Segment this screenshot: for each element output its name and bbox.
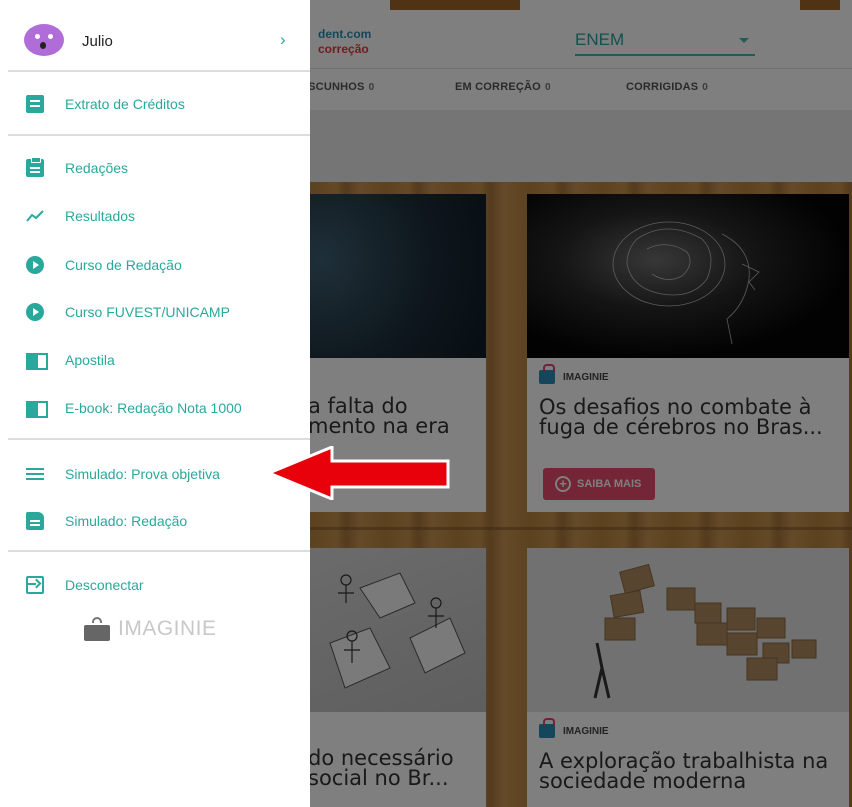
divider xyxy=(8,70,310,72)
nav-item-label: Extrato de Créditos xyxy=(65,96,185,112)
nav-item-apostila[interactable]: Apostila xyxy=(0,340,310,380)
imaginie-logo-icon xyxy=(84,617,110,641)
navigation-drawer: Julio › Extrato de Créditos Redações Res… xyxy=(0,0,310,807)
nav-item-label: Desconectar xyxy=(65,577,144,593)
divider xyxy=(8,134,310,136)
book-icon xyxy=(26,351,48,370)
logout-icon xyxy=(26,576,44,594)
play-circle-icon xyxy=(26,303,44,321)
user-name: Julio xyxy=(82,33,113,50)
trending-icon xyxy=(26,210,44,222)
nav-item-ebook[interactable]: E-book: Redação Nota 1000 xyxy=(0,388,310,428)
nav-item-curso-redacao[interactable]: Curso de Redação xyxy=(0,245,310,285)
nav-item-label: Resultados xyxy=(65,208,136,224)
logo-wordmark: IMAGINIE xyxy=(118,617,217,640)
nav-item-simulado-prova-objetiva[interactable]: Simulado: Prova objetiva xyxy=(0,454,310,494)
divider xyxy=(8,438,310,440)
nav-item-desconectar[interactable]: Desconectar xyxy=(0,565,310,605)
nav-item-label: Curso de Redação xyxy=(65,257,182,273)
nav-item-curso-fuvest[interactable]: Curso FUVEST/UNICAMP xyxy=(0,292,310,332)
nav-item-label: Apostila xyxy=(65,352,115,368)
receipt-icon xyxy=(26,95,44,113)
avatar xyxy=(24,24,64,56)
annotation-arrow xyxy=(268,446,450,500)
chevron-right-icon: › xyxy=(280,30,286,49)
nav-item-label: Curso FUVEST/UNICAMP xyxy=(65,304,230,320)
imaginie-logo: IMAGINIE xyxy=(84,617,217,641)
divider xyxy=(8,550,310,552)
list-icon xyxy=(26,465,44,483)
clipboard-icon xyxy=(26,157,44,177)
nav-item-redacoes[interactable]: Redações xyxy=(0,148,310,188)
nav-item-label: Simulado: Prova objetiva xyxy=(65,466,220,482)
nav-item-label: Simulado: Redação xyxy=(65,513,188,529)
document-icon xyxy=(26,512,44,530)
nav-item-resultados[interactable]: Resultados xyxy=(0,196,310,236)
play-circle-icon xyxy=(26,256,44,274)
nav-item-label: E-book: Redação Nota 1000 xyxy=(65,400,242,416)
nav-item-extrato-creditos[interactable]: Extrato de Créditos xyxy=(0,84,310,124)
nav-item-label: Redações xyxy=(65,160,129,176)
profile-header[interactable]: Julio › xyxy=(0,0,310,72)
book-icon xyxy=(26,399,48,418)
nav-item-simulado-redacao[interactable]: Simulado: Redação xyxy=(0,501,310,541)
